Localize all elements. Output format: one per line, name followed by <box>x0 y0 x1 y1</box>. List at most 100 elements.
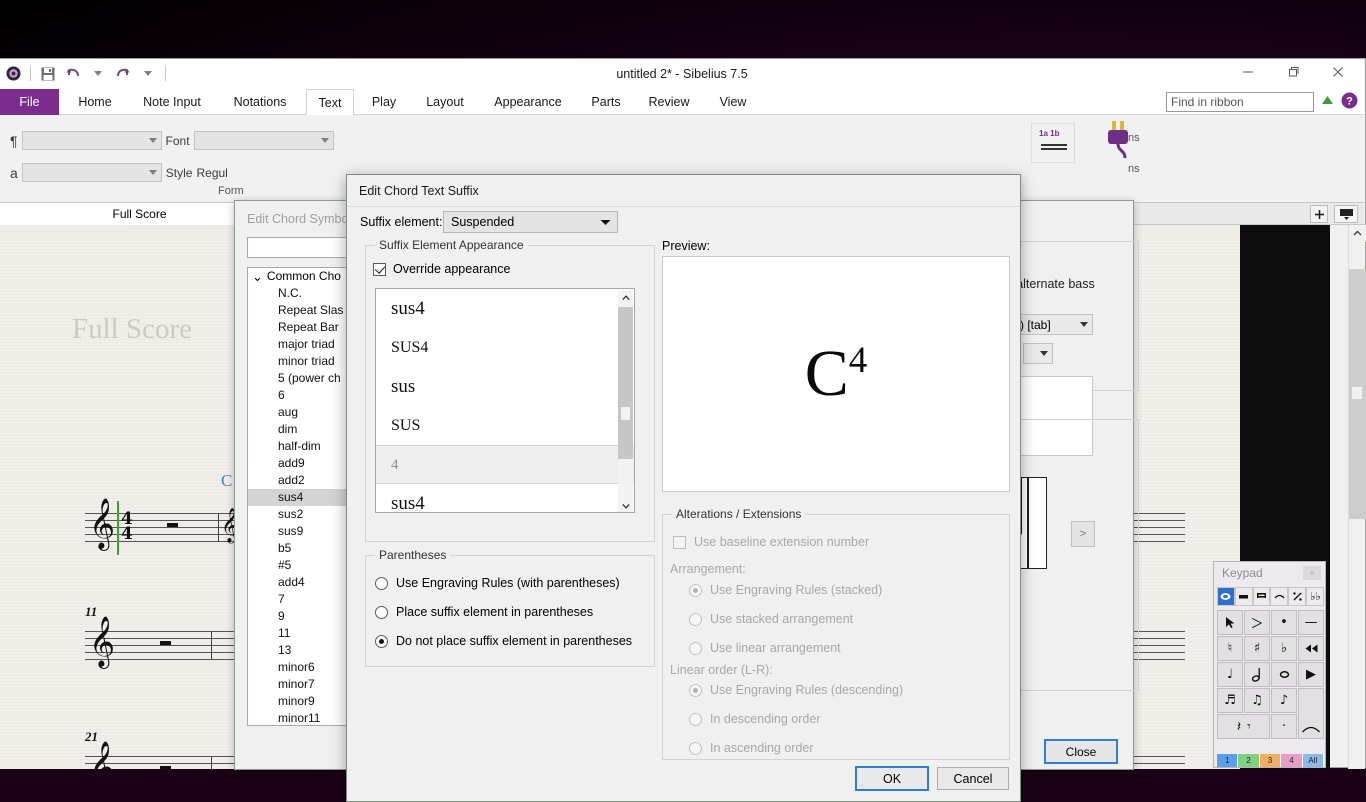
flat-key[interactable]: ♭ <box>1271 636 1297 661</box>
tab-note-input[interactable]: Note Input <box>130 89 214 115</box>
radio-label: In descending order <box>710 712 821 726</box>
keypad-button-grid[interactable]: ＞ • — ♮ ♯ ♭ ♩ ▶ ♬ ♫ ♪ 𝄽 𝄾 · <box>1217 610 1324 739</box>
paragraph-style-combo[interactable] <box>21 131 162 150</box>
find-in-ribbon-input[interactable]: Find in ribbon <box>1166 92 1314 112</box>
half-note-key[interactable] <box>1244 662 1270 687</box>
linear-order-label-text: Linear order (L-R): <box>670 663 773 677</box>
keypad-close-button[interactable]: × <box>1303 566 1321 580</box>
suffix-appearance-list[interactable]: sus4 SUS4 sus SUS 4 sus4 SUS4 sus SUS <box>375 288 635 513</box>
maximize-button[interactable] <box>1270 59 1315 85</box>
ribbon-help-group[interactable]: ? <box>1320 92 1358 112</box>
keypad-tab-4[interactable]: 4 <box>1281 754 1303 767</box>
list-item[interactable]: sus4 <box>376 484 634 512</box>
articulations-layout-icon[interactable] <box>1270 587 1289 606</box>
radio-button[interactable] <box>375 576 388 590</box>
score-watermark: Full Score <box>72 313 193 345</box>
tie-key[interactable] <box>1298 688 1324 739</box>
scroll-up-icon[interactable] <box>1349 225 1366 242</box>
accidentals-layout-icon[interactable]: ♭♭ <box>1306 587 1324 606</box>
chord-symbol[interactable]: C <box>221 471 232 491</box>
override-appearance-checkbox[interactable] <box>373 262 386 276</box>
play-key[interactable]: ▶ <box>1298 662 1324 687</box>
tab-view[interactable]: View <box>706 89 760 115</box>
parentheses-option-engraving-rules[interactable]: Use Engraving Rules (with parentheses) <box>375 576 620 590</box>
list-item[interactable]: sus4 <box>376 289 634 328</box>
text-size-combo[interactable] <box>21 163 162 182</box>
eighth-single-key[interactable]: ♪ <box>1271 688 1297 713</box>
beams-tremolos-layout-icon[interactable] <box>1252 587 1271 606</box>
bar-numbers-button[interactable]: 1a 1b <box>1031 123 1075 163</box>
override-appearance-row[interactable]: Override appearance <box>373 262 510 276</box>
list-item-selected[interactable]: 4 <box>376 445 634 484</box>
rewind-key[interactable] <box>1298 636 1324 661</box>
parentheses-option-do-not-place[interactable]: Do not place suffix element in parenthes… <box>375 634 632 648</box>
ok-button[interactable]: OK <box>855 766 929 791</box>
tab-layout[interactable]: Layout <box>414 89 476 115</box>
font-combo[interactable] <box>193 131 334 150</box>
tab-review[interactable]: Review <box>636 89 702 115</box>
arrangement-option-engraving-rules: Use Engraving Rules (stacked) <box>689 583 882 597</box>
override-appearance-label: Override appearance <box>393 262 511 276</box>
list-item[interactable]: sus <box>376 367 634 406</box>
piano-white-key[interactable] <box>1028 477 1047 569</box>
accent-key[interactable]: ＞ <box>1244 610 1270 635</box>
chord-symbols-close-button[interactable]: Close <box>1044 739 1118 764</box>
more-notes-layout-icon[interactable] <box>1234 587 1253 606</box>
collapse-ribbon-icon[interactable] <box>1320 93 1335 111</box>
cursor-key[interactable] <box>1217 610 1243 635</box>
keypad-layout-toolbar[interactable]: ♭♭ <box>1217 587 1324 606</box>
suffix-list-scrollbar[interactable] <box>618 290 633 512</box>
dot-key[interactable]: · <box>1271 714 1297 739</box>
piano-next-button[interactable]: > <box>1071 521 1095 547</box>
tab-text[interactable]: Text <box>306 89 354 116</box>
jazz-articulations-layout-icon[interactable] <box>1288 587 1307 606</box>
tab-parts[interactable]: Parts <box>580 89 632 115</box>
tab-home[interactable]: Home <box>62 89 128 115</box>
tab-list-button[interactable] <box>1334 205 1358 223</box>
radio-label: Use linear arrangement <box>710 641 841 655</box>
tab-play[interactable]: Play <box>358 89 410 115</box>
note-durations-layout-icon[interactable] <box>1217 587 1235 606</box>
sixteenth-note-key[interactable]: ♬ <box>1217 688 1243 713</box>
tab-notations[interactable]: Notations <box>216 89 304 115</box>
sharp-key[interactable]: ♯ <box>1244 636 1270 661</box>
parentheses-option-place[interactable]: Place suffix element in parentheses <box>375 605 593 619</box>
vertical-scrollbar[interactable] <box>1348 225 1366 769</box>
scroll-down-icon[interactable] <box>618 498 633 512</box>
rest-key[interactable]: 𝄽 𝄾 <box>1217 714 1270 739</box>
close-button[interactable] <box>1315 59 1360 85</box>
tab-appearance[interactable]: Appearance <box>480 89 576 115</box>
list-item[interactable]: SUS <box>376 406 634 445</box>
radio-button-selected[interactable] <box>375 634 388 648</box>
whole-note-key[interactable] <box>1271 662 1297 687</box>
eighth-note-key[interactable]: ♫ <box>1244 688 1270 713</box>
keypad-tab-1[interactable]: 1 <box>1217 754 1239 767</box>
radio-button[interactable] <box>375 605 388 619</box>
keypad-page-tabs[interactable]: 1 2 3 4 All <box>1217 754 1325 767</box>
natural-key[interactable]: ♮ <box>1217 636 1243 661</box>
new-tab-button[interactable] <box>1310 205 1328 223</box>
chevron-down-icon[interactable]: ⌄ <box>252 268 263 285</box>
keypad-tab-all[interactable]: All <box>1302 754 1325 767</box>
quarter-note-key[interactable]: ♩ <box>1217 662 1243 687</box>
barline <box>218 513 219 542</box>
secondary-combo[interactable] <box>1023 343 1053 364</box>
alterations-extensions-label: Alterations / Extensions <box>672 507 806 521</box>
staccato-key[interactable]: • <box>1271 610 1297 635</box>
keypad-tab-3[interactable]: 3 <box>1259 754 1282 767</box>
scrollbar-thumb[interactable] <box>618 307 633 459</box>
tab-file[interactable]: File <box>0 89 59 115</box>
window-controls[interactable] <box>1225 59 1360 85</box>
cancel-button[interactable]: Cancel <box>937 767 1009 790</box>
tenuto-key[interactable]: — <box>1298 610 1324 635</box>
keypad-tab-2[interactable]: 2 <box>1238 754 1260 767</box>
scrollbar-thumb[interactable] <box>1349 269 1366 519</box>
radio-label: Use Engraving Rules (stacked) <box>710 583 883 597</box>
suffix-element-dropdown[interactable]: Suspended <box>443 211 618 233</box>
plugins-button[interactable] <box>1098 120 1150 166</box>
minimize-button[interactable] <box>1225 59 1270 85</box>
help-icon[interactable]: ? <box>1341 92 1358 112</box>
scroll-up-icon[interactable] <box>618 290 633 305</box>
ribbon-tab-strip[interactable]: File Home Note Input Notations Text Play… <box>0 89 1364 116</box>
list-item[interactable]: SUS4 <box>376 328 634 367</box>
